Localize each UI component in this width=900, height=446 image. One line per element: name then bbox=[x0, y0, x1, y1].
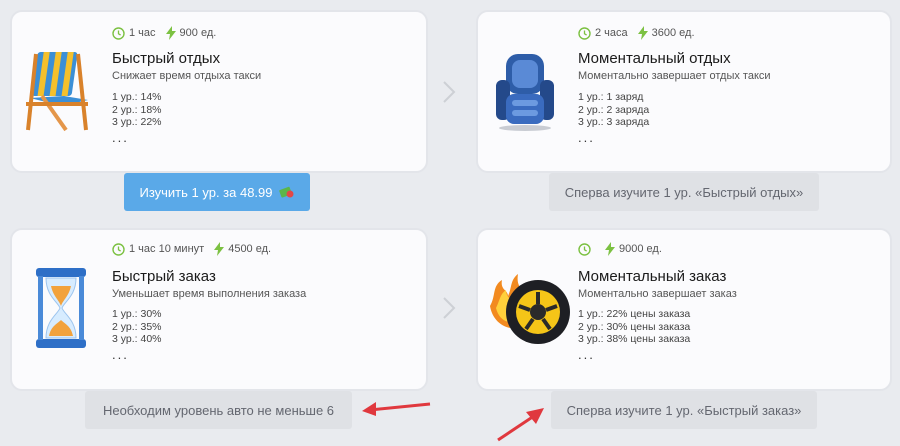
card-stats: 1 час 900 ед. bbox=[112, 26, 216, 40]
cost-value: 9000 ед. bbox=[619, 243, 662, 255]
upgrade-card-instant-order: 9000 ед. Моментальный заказ Моментально … bbox=[476, 228, 892, 391]
level-2: 2 ур.: 30% цены заказа bbox=[578, 320, 691, 333]
card-levels: 1 ур.: 1 заряд 2 ур.: 2 заряда 3 ур.: 3 … bbox=[578, 91, 649, 129]
card-stats: 1 час 10 минут 4500 ед. bbox=[112, 242, 271, 256]
money-icon bbox=[278, 185, 295, 199]
car-seat-icon bbox=[492, 50, 558, 137]
clock-icon bbox=[578, 26, 591, 40]
requirement-label: Сперва изучите 1 ур. «Быстрый заказ» bbox=[566, 402, 802, 418]
cost-stat: 9000 ед. bbox=[605, 242, 662, 256]
level-3: 3 ур.: 38% цены заказа bbox=[578, 333, 691, 345]
level-1: 1 ур.: 1 заряд bbox=[578, 91, 644, 103]
upgrade-card-fast-order: 1 час 10 минут 4500 ед. Быстрый заказ Ум… bbox=[10, 228, 428, 391]
card-levels: 1 ур.: 30% 2 ур.: 35% 3 ур.: 40% bbox=[112, 308, 162, 346]
cost-value: 3600 ед. bbox=[651, 27, 695, 39]
cost-value: 900 ед. bbox=[179, 27, 217, 39]
level-2: 2 ур.: 35% bbox=[112, 320, 162, 333]
requirement-label: Сперва изучите 1 ур. «Быстрый отдых» bbox=[564, 184, 804, 200]
level-1: 1 ур.: 22% цены заказа bbox=[578, 308, 691, 320]
time-value: 2 часа bbox=[595, 27, 628, 39]
clock-icon bbox=[112, 242, 125, 256]
clock-icon bbox=[112, 26, 125, 40]
more-dots: ... bbox=[112, 130, 129, 145]
chevron-right-icon bbox=[442, 296, 456, 325]
time-stat bbox=[578, 242, 595, 256]
requirement-car-level-button: Необходим уровень авто не меньше 6 bbox=[85, 391, 352, 429]
card-levels: 1 ур.: 22% цены заказа 2 ур.: 30% цены з… bbox=[578, 308, 690, 346]
card-description: Уменьшает время выполнения заказа bbox=[112, 288, 307, 300]
time-stat: 1 час 10 минут bbox=[112, 242, 205, 256]
requirement-fast-rest-button: Сперва изучите 1 ур. «Быстрый отдых» bbox=[549, 173, 819, 211]
time-value: 1 час bbox=[129, 27, 156, 39]
time-stat: 1 час bbox=[112, 26, 156, 40]
annotation-arrow-left bbox=[362, 402, 431, 416]
lightning-icon bbox=[214, 242, 225, 256]
card-title: Моментальный заказ bbox=[578, 268, 727, 285]
time-value: 1 час 10 минут bbox=[129, 243, 205, 255]
card-description: Моментально завершает заказ bbox=[578, 288, 737, 300]
learn-level-label: Изучить 1 ур. за 48.99 bbox=[139, 184, 273, 200]
cost-stat: 3600 ед. bbox=[637, 26, 695, 40]
lightning-icon bbox=[605, 242, 615, 256]
level-3: 3 ур.: 3 заряда bbox=[578, 116, 650, 128]
requirement-label: Необходим уровень авто не меньше 6 bbox=[102, 402, 335, 418]
card-title: Быстрый отдых bbox=[112, 50, 221, 67]
level-2: 2 ур.: 2 заряда bbox=[578, 103, 650, 116]
clock-icon bbox=[578, 242, 591, 256]
level-3: 3 ур.: 40% bbox=[112, 333, 162, 345]
upgrade-card-instant-rest: 2 часа 3600 ед. Моментальный отдых Момен… bbox=[476, 10, 892, 173]
time-stat: 2 часа bbox=[578, 26, 628, 40]
more-dots: ... bbox=[578, 347, 595, 362]
card-title: Быстрый заказ bbox=[112, 268, 216, 285]
beach-chair-icon bbox=[22, 50, 92, 137]
more-dots: ... bbox=[578, 130, 595, 145]
upgrade-card-fast-rest: 1 час 900 ед. Быстрый отдых Снижает врем… bbox=[10, 10, 428, 173]
hourglass-icon bbox=[34, 266, 88, 355]
cost-stat: 900 ед. bbox=[165, 26, 217, 40]
chevron-right-icon bbox=[442, 80, 456, 109]
lightning-icon bbox=[165, 26, 176, 40]
cost-value: 4500 ед. bbox=[228, 243, 272, 255]
cost-stat: 4500 ед. bbox=[214, 242, 271, 256]
more-dots: ... bbox=[112, 347, 129, 362]
card-stats: 2 часа 3600 ед. bbox=[578, 26, 695, 40]
learn-level-button[interactable]: Изучить 1 ур. за 48.99 bbox=[124, 173, 310, 211]
card-description: Моментально завершает отдых такси bbox=[578, 70, 771, 82]
flaming-wheel-icon bbox=[486, 266, 574, 355]
lightning-icon bbox=[637, 26, 648, 40]
level-1: 1 ур.: 30% bbox=[112, 308, 162, 320]
annotation-arrow-up bbox=[497, 408, 544, 442]
level-2: 2 ур.: 18% bbox=[112, 103, 162, 116]
level-3: 3 ур.: 22% bbox=[112, 116, 162, 128]
card-title: Моментальный отдых bbox=[578, 50, 731, 67]
card-levels: 1 ур.: 14% 2 ур.: 18% 3 ур.: 22% bbox=[112, 91, 162, 129]
card-stats: 9000 ед. bbox=[578, 242, 662, 256]
level-1: 1 ур.: 14% bbox=[112, 91, 162, 103]
card-description: Снижает время отдыха такси bbox=[112, 70, 262, 82]
requirement-fast-order-button: Сперва изучите 1 ур. «Быстрый заказ» bbox=[551, 391, 817, 429]
